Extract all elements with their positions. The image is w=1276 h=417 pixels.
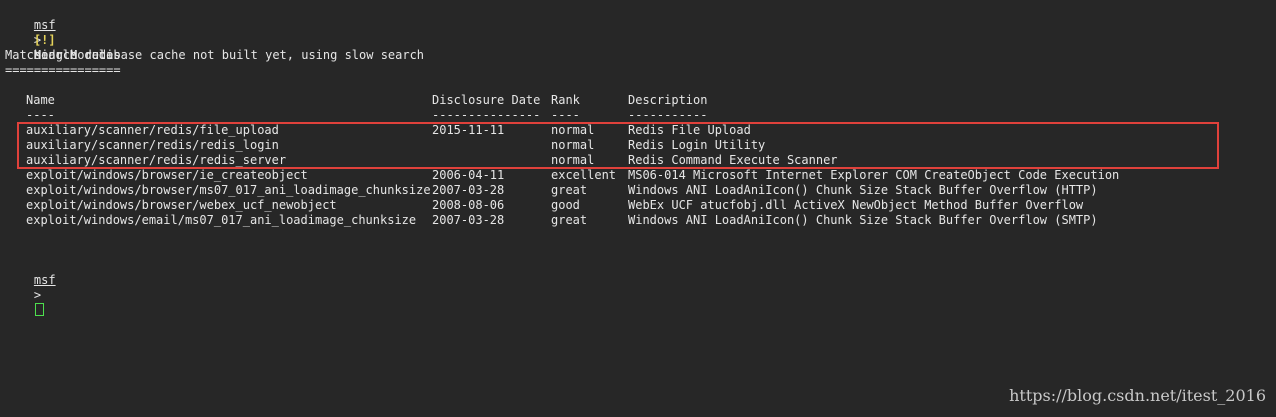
divider-name: ----	[26, 108, 55, 122]
header-date: Disclosure Date	[432, 93, 541, 107]
divider-description: -----------	[628, 108, 708, 122]
warning-tag: [!]	[33, 33, 56, 47]
terminal-window[interactable]: msf > search redis [!] Module database c…	[5, 3, 1271, 413]
module-description: Windows ANI LoadAniIcon() Chunk Size Sta…	[628, 183, 1098, 197]
divider-date: ---------------	[432, 108, 541, 122]
table-row: exploit/windows/browser/ie_createobject …	[5, 168, 1271, 183]
text-cursor[interactable]	[34, 303, 44, 316]
module-description: MS06-014 Microsoft Internet Explorer COM…	[628, 168, 1120, 182]
module-date: 2008-08-06	[432, 198, 505, 212]
module-rank: great	[551, 213, 588, 227]
header-rank: Rank	[551, 93, 580, 107]
section-title: Matching Modules	[5, 48, 121, 62]
prompt-label: msf	[33, 273, 56, 287]
module-date: 2007-03-28	[432, 213, 505, 227]
module-description: WebEx UCF atucfobj.dll ActiveX NewObject…	[628, 198, 1084, 212]
final-prompt-line[interactable]: msf >	[5, 258, 56, 316]
warning-line: [!] Module database cache not built yet,…	[5, 18, 424, 62]
table-row: exploit/windows/browser/webex_ucf_newobj…	[5, 198, 1271, 213]
table-row: exploit/windows/email/ms07_017_ani_loadi…	[5, 213, 1271, 228]
table-header: Name Disclosure Date Rank Description	[5, 93, 1271, 108]
module-rank: good	[551, 198, 580, 212]
section-underline: ================	[5, 63, 121, 77]
module-date: 2006-04-11	[432, 168, 505, 182]
module-rank: excellent	[551, 168, 617, 182]
module-name: exploit/windows/email/ms07_017_ani_loadi…	[26, 213, 417, 227]
module-description: Windows ANI LoadAniIcon() Chunk Size Sta…	[628, 213, 1098, 227]
module-name: exploit/windows/browser/ie_createobject	[26, 168, 308, 182]
watermark: https://blog.csdn.net/itest_2016	[1009, 386, 1266, 405]
header-name: Name	[26, 93, 55, 107]
module-name: exploit/windows/browser/ms07_017_ani_loa…	[26, 183, 431, 197]
prompt-symbol: >	[33, 288, 42, 302]
header-description: Description	[628, 93, 708, 107]
module-name: exploit/windows/browser/webex_ucf_newobj…	[26, 198, 337, 212]
module-rank: great	[551, 183, 588, 197]
command-line: msf > search redis	[5, 3, 121, 62]
table-divider: ---- --------------- ---- -----------	[5, 108, 1271, 123]
redis-modules-highlight	[17, 122, 1219, 169]
table-row: exploit/windows/browser/ms07_017_ani_loa…	[5, 183, 1271, 198]
module-date: 2007-03-28	[432, 183, 505, 197]
divider-rank: ----	[551, 108, 580, 122]
